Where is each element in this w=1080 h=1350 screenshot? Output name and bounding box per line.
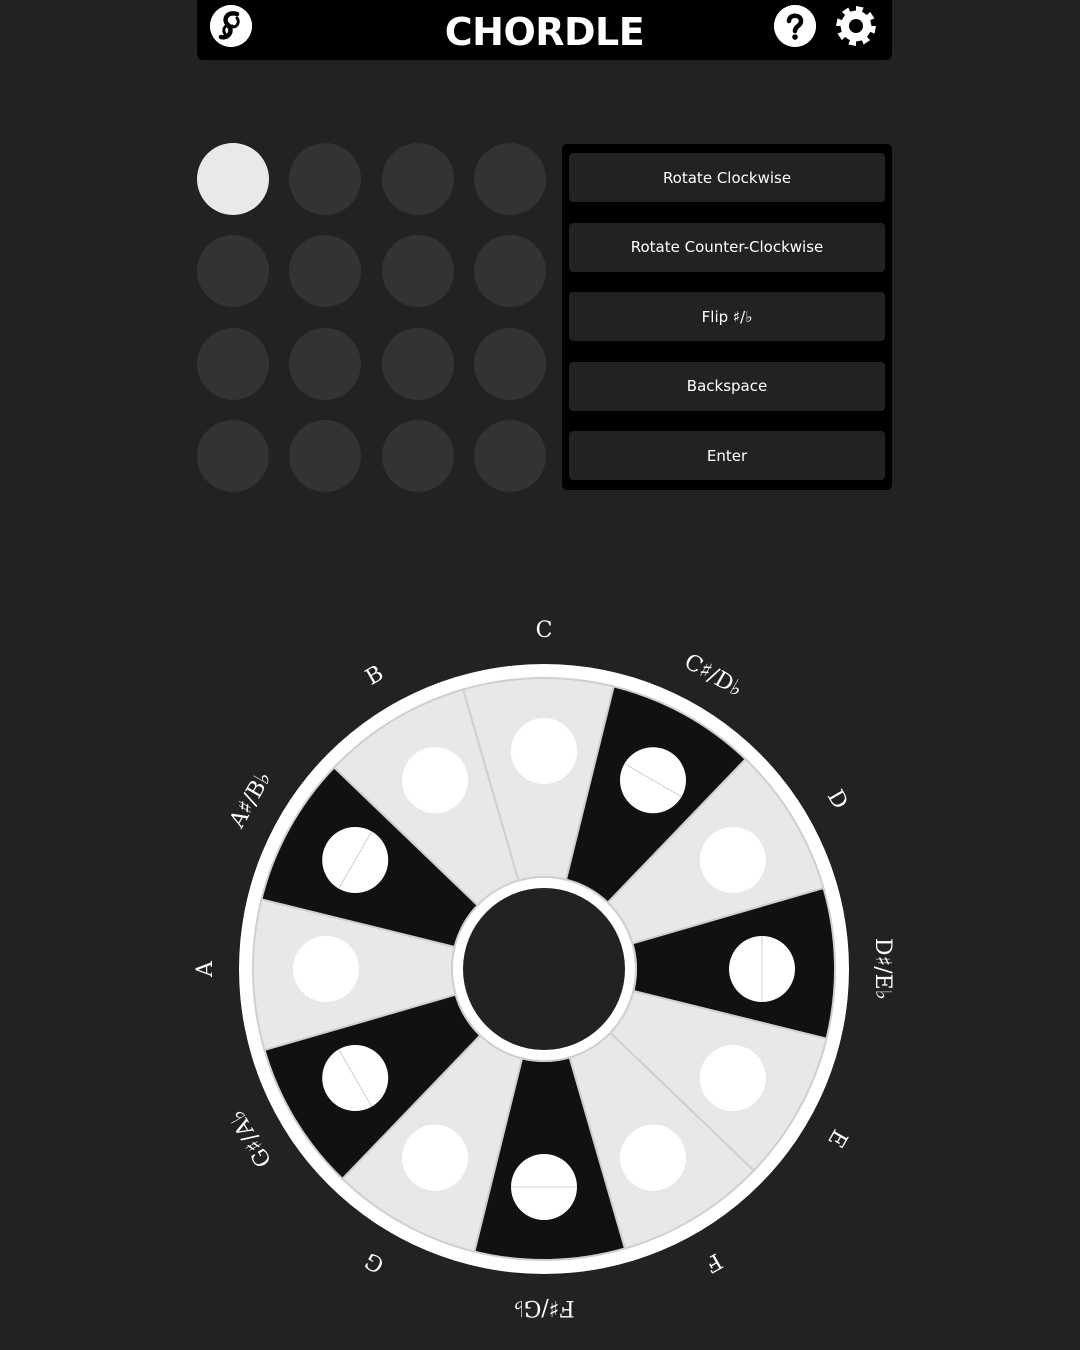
- note-label: A♯/B♭: [224, 767, 276, 833]
- note-dot[interactable]: [511, 718, 577, 784]
- note-label: D: [822, 786, 852, 814]
- note-label: D♯/E♭: [870, 938, 895, 1000]
- note-label: B: [361, 661, 388, 691]
- wheel-hub: [463, 888, 625, 1050]
- note-label: G♯/A♭: [225, 1105, 278, 1171]
- note-label: G: [361, 1247, 389, 1277]
- note-dot[interactable]: [402, 747, 468, 814]
- note-dot[interactable]: [699, 1045, 766, 1111]
- note-label: A: [193, 960, 218, 978]
- note-label: F♯/G♭: [513, 1295, 574, 1320]
- chord-wheel: C C♯/D♭ D D♯/E♭ E F F♯/G♭ G G♯/A♭ A A♯/B♭ B: [193, 618, 895, 1320]
- note-dot[interactable]: [620, 1124, 686, 1191]
- note-label: E: [822, 1125, 852, 1151]
- note-dot[interactable]: [402, 1124, 468, 1191]
- note-label: C: [536, 618, 553, 643]
- note-dot[interactable]: [699, 827, 766, 893]
- note-dot[interactable]: [293, 936, 359, 1002]
- note-label: C♯/D♭: [680, 649, 747, 702]
- note-label: F: [700, 1248, 726, 1277]
